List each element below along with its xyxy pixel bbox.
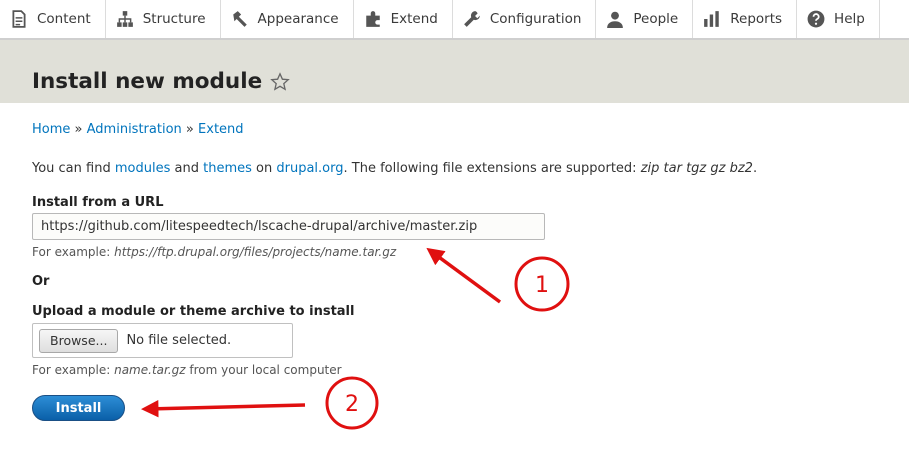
- toolbar-item-label: Appearance: [257, 11, 339, 27]
- annotation-marker-2: 2: [345, 392, 359, 417]
- intro-text-3: on: [256, 161, 273, 176]
- toolbar-item-extend[interactable]: Extend: [354, 0, 453, 38]
- install-button[interactable]: Install: [32, 395, 125, 421]
- url-desc-example: https://ftp.drupal.org/files/projects/na…: [114, 245, 397, 259]
- structure-icon: [116, 10, 134, 28]
- toolbar-item-label: People: [633, 11, 679, 27]
- toolbar-item-structure[interactable]: Structure: [106, 0, 221, 38]
- upload-desc-prefix: For example:: [32, 363, 111, 377]
- appearance-icon: [231, 10, 249, 28]
- toolbar-item-appearance[interactable]: Appearance: [221, 0, 354, 38]
- url-desc-prefix: For example:: [32, 245, 111, 259]
- upload-desc-suffix: from your local computer: [189, 363, 342, 377]
- modules-link[interactable]: modules: [115, 161, 171, 176]
- upload-field-description: For example: name.tar.gz from your local…: [32, 363, 342, 377]
- star-icon[interactable]: [270, 71, 290, 92]
- upload-desc-example: name.tar.gz: [114, 363, 186, 377]
- intro-text-5: .: [752, 161, 758, 176]
- page-title: Install new module: [32, 69, 263, 94]
- help-icon: [807, 10, 825, 28]
- toolbar-item-people[interactable]: People: [596, 0, 694, 38]
- themes-link[interactable]: themes: [203, 161, 252, 176]
- toolbar-item-help[interactable]: Help: [797, 0, 880, 38]
- intro-text: You can find modules and themes on drupa…: [32, 161, 757, 176]
- supported-extensions: zip tar tgz gz bz2: [640, 161, 753, 176]
- breadcrumb: Home » Administration » Extend: [32, 122, 244, 137]
- toolbar-item-reports[interactable]: Reports: [693, 0, 798, 38]
- toolbar-item-label: Help: [834, 11, 865, 27]
- upload-field-label: Upload a module or theme archive to inst…: [32, 304, 355, 319]
- annotation-arrow-2: [141, 399, 306, 418]
- extend-icon: [364, 10, 382, 28]
- annotation-marker-1: 1: [535, 273, 549, 298]
- intro-text-4: . The following file extensions are supp…: [343, 161, 637, 176]
- admin-toolbar: Content Structure Appearance Extend Conf…: [0, 0, 909, 40]
- toolbar-item-label: Content: [37, 11, 91, 27]
- browse-button[interactable]: Browse...: [39, 328, 119, 353]
- content-icon: [10, 10, 28, 28]
- toolbar-item-configuration[interactable]: Configuration: [453, 0, 597, 38]
- or-label: Or: [32, 274, 50, 289]
- file-upload-field[interactable]: Browse... No file selected.: [32, 323, 293, 358]
- drupal-org-link[interactable]: drupal.org: [276, 161, 343, 176]
- breadcrumb-administration[interactable]: Administration: [87, 122, 182, 137]
- breadcrumb-extend[interactable]: Extend: [198, 122, 244, 137]
- wrench-icon: [463, 10, 481, 28]
- file-status: No file selected.: [126, 333, 232, 348]
- breadcrumb-home[interactable]: Home: [32, 122, 70, 137]
- toolbar-item-label: Extend: [390, 11, 438, 27]
- intro-text-2: and: [174, 161, 199, 176]
- annotation-circle-2: [325, 376, 379, 430]
- page-title-row: Install new module: [32, 69, 290, 94]
- annotation-circle-1: [514, 256, 570, 312]
- intro-text-1: You can find: [32, 161, 111, 176]
- url-input[interactable]: https://github.com/litespeedtech/lscache…: [32, 213, 545, 240]
- url-field-label: Install from a URL: [32, 195, 164, 210]
- toolbar-item-content[interactable]: Content: [0, 0, 106, 38]
- reports-icon: [703, 10, 721, 28]
- toolbar-item-label: Reports: [730, 11, 783, 27]
- breadcrumb-separator: »: [185, 122, 194, 137]
- people-icon: [606, 10, 624, 28]
- annotation-arrow-1: [426, 247, 502, 304]
- url-field-description: For example: https://ftp.drupal.org/file…: [32, 245, 396, 259]
- toolbar-item-label: Configuration: [489, 11, 582, 27]
- breadcrumb-separator: »: [74, 122, 83, 137]
- toolbar-item-label: Structure: [142, 11, 206, 27]
